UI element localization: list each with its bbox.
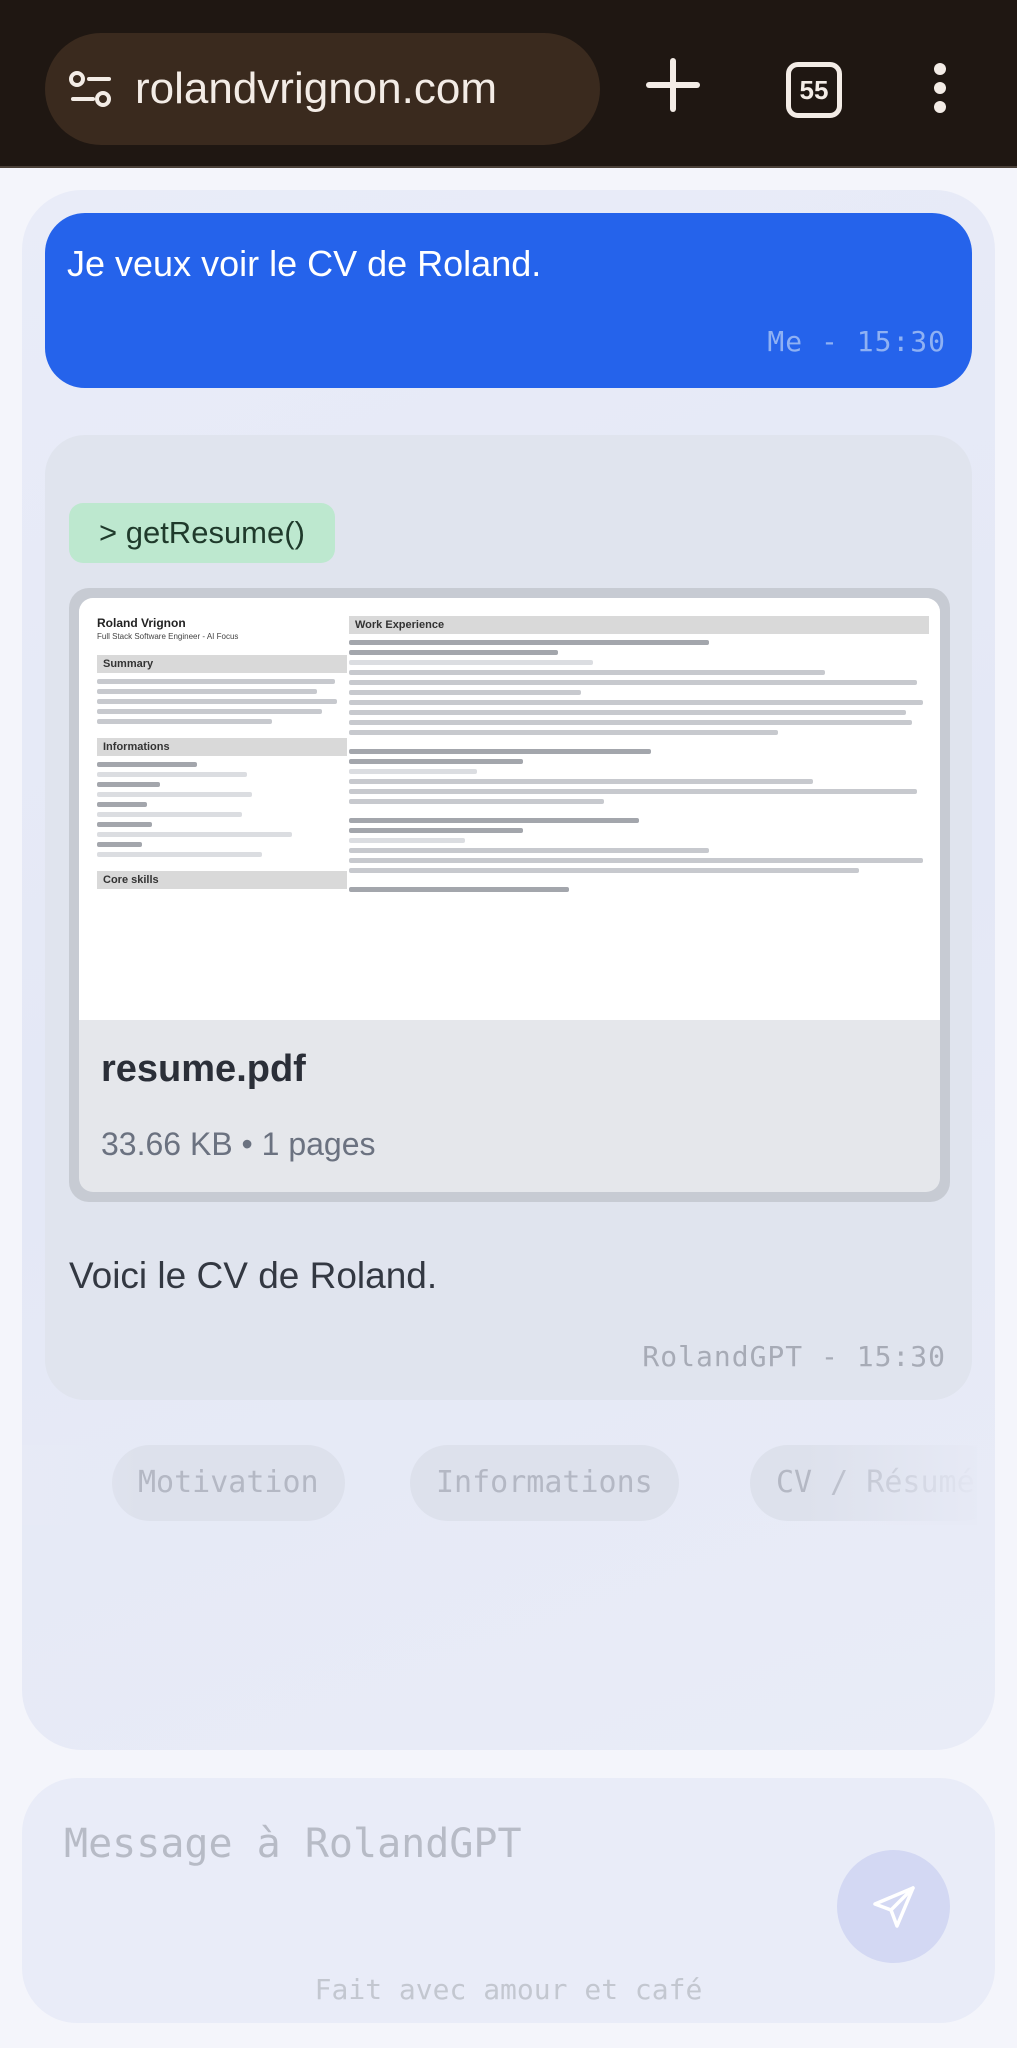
more-menu-icon[interactable] bbox=[930, 63, 950, 113]
site-settings-icon[interactable] bbox=[69, 71, 113, 112]
preview-subtitle: Full Stack Software Engineer - AI Focus bbox=[97, 632, 239, 641]
preview-section-heading: Work Experience bbox=[349, 616, 929, 634]
resume-preview[interactable]: Roland Vrignon Full Stack Software Engin… bbox=[79, 598, 940, 1020]
suggestion-chip-cv[interactable]: CV / Résumé bbox=[750, 1445, 977, 1521]
bot-message-text: Voici le CV de Roland. bbox=[69, 1255, 438, 1296]
suggestion-chip-informations[interactable]: Informations bbox=[410, 1445, 679, 1521]
message-composer: Fait avec amour et café bbox=[22, 1778, 995, 2023]
preview-name: Roland Vrignon bbox=[97, 616, 186, 630]
preview-section-heading: Informations bbox=[97, 738, 347, 756]
attachment-file-meta: 33.66 KB • 1 pages bbox=[101, 1126, 376, 1162]
browser-toolbar: rolandvrignon.com 55 bbox=[0, 0, 1017, 168]
tab-switcher-button[interactable]: 55 bbox=[786, 62, 842, 118]
url-text[interactable]: rolandvrignon.com bbox=[135, 33, 497, 145]
suggestion-chips: Motivation Informations CV / Résumé bbox=[22, 1445, 977, 1525]
user-message-text: Je veux voir le CV de Roland. bbox=[67, 243, 542, 284]
attachment-file-name[interactable]: resume.pdf bbox=[101, 1048, 306, 1091]
send-icon bbox=[872, 1885, 915, 1928]
suggestion-chip-motivation[interactable]: Motivation bbox=[112, 1445, 345, 1521]
message-input[interactable] bbox=[64, 1814, 824, 1874]
bot-message-bubble: > getResume() Roland Vrignon Full Stack … bbox=[45, 435, 972, 1400]
footer-note: Fait avec amour et café bbox=[314, 1973, 703, 2006]
preview-section-heading: Summary bbox=[97, 655, 347, 673]
address-bar[interactable]: rolandvrignon.com bbox=[45, 33, 600, 145]
resume-attachment-card[interactable]: Roland Vrignon Full Stack Software Engin… bbox=[69, 588, 950, 1202]
new-tab-button[interactable] bbox=[643, 55, 703, 115]
send-button[interactable] bbox=[837, 1850, 950, 1963]
plus-icon bbox=[646, 58, 700, 112]
bot-message-meta: RolandGPT - 15:30 bbox=[642, 1340, 946, 1373]
preview-section-heading: Core skills bbox=[97, 871, 347, 889]
user-message-bubble: Je veux voir le CV de Roland. Me - 15:30 bbox=[45, 213, 972, 388]
tool-call-badge: > getResume() bbox=[69, 503, 335, 563]
user-message-meta: Me - 15:30 bbox=[767, 325, 946, 358]
